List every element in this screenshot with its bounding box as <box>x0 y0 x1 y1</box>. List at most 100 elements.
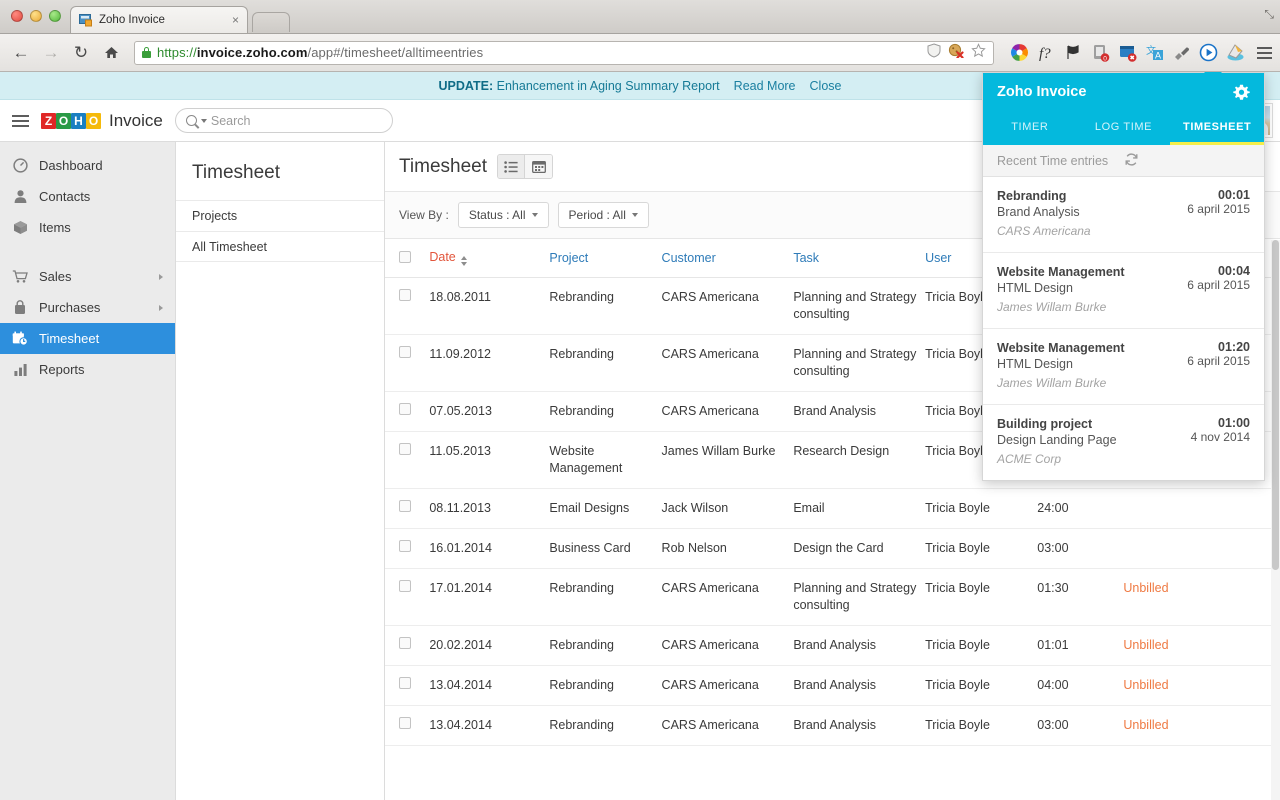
tab-close-icon[interactable]: × <box>232 13 239 27</box>
tab-log-time[interactable]: LOG TIME <box>1077 111 1171 145</box>
cell-date: 18.08.2011 <box>429 278 549 335</box>
table-row[interactable]: 13.04.2014RebrandingCARS AmericanaBrand … <box>385 706 1280 746</box>
cell-user: Tricia Boyle <box>925 529 1037 569</box>
subpanel-item-projects[interactable]: Projects <box>176 200 384 231</box>
cell-task: Brand Analysis <box>793 666 925 706</box>
reload-icon[interactable]: ↻ <box>68 40 94 66</box>
cell-date-text: 11.05.2013 <box>429 444 491 458</box>
row-checkbox[interactable] <box>399 346 411 358</box>
read-more-link[interactable]: Read More <box>734 79 796 93</box>
zoho-extension-icon[interactable] <box>1226 43 1245 62</box>
bookmark-star-icon[interactable] <box>971 43 986 63</box>
table-row[interactable]: 17.01.2014RebrandingCARS AmericanaPlanni… <box>385 569 1280 626</box>
list-view-icon[interactable] <box>498 155 525 178</box>
column-header-project[interactable]: Project <box>549 239 661 278</box>
browser-tab[interactable]: Zoho Invoice × <box>70 6 248 33</box>
calendar-view-icon[interactable] <box>525 155 552 178</box>
function-icon[interactable]: f? <box>1037 43 1056 62</box>
clipboard-badge-icon[interactable]: 0 <box>1091 43 1110 62</box>
scrollbar-thumb[interactable] <box>1272 240 1279 570</box>
sidebar-item-reports[interactable]: Reports <box>0 354 175 385</box>
select-all-checkbox[interactable] <box>399 251 411 263</box>
sidebar-item-items[interactable]: Items <box>0 212 175 243</box>
shield-icon[interactable] <box>927 43 941 63</box>
eyedropper-icon[interactable] <box>1172 43 1191 62</box>
row-checkbox[interactable] <box>399 403 411 415</box>
row-checkbox[interactable] <box>399 717 411 729</box>
cell-customer-text: CARS Americana <box>662 718 759 732</box>
row-checkbox-cell <box>385 626 429 666</box>
cell-time-text: 24:00 <box>1037 501 1068 515</box>
table-scrollbar[interactable] <box>1271 240 1280 800</box>
cell-task: Brand Analysis <box>793 626 925 666</box>
back-arrow-icon[interactable]: ← <box>8 40 34 66</box>
browser-window: Zoho Invoice × ⤡ ← → ↻ https://invoice.z… <box>0 0 1280 800</box>
tab-timer[interactable]: TIMER <box>983 111 1077 145</box>
popup-entry-task: Design Landing Page <box>997 432 1117 448</box>
window-resize-icon: ⤡ <box>1264 7 1274 22</box>
row-checkbox[interactable] <box>399 289 411 301</box>
close-window-button[interactable] <box>11 10 23 22</box>
new-tab-button[interactable] <box>252 12 290 32</box>
cell-task: Planning and Strategy consulting <box>793 335 925 392</box>
cell-time-text: 01:01 <box>1037 638 1068 652</box>
cookie-blocked-icon[interactable] <box>948 43 964 63</box>
cell-customer-text: CARS Americana <box>662 347 759 361</box>
sidebar-item-timesheet[interactable]: Timesheet <box>0 323 175 354</box>
tab-timesheet[interactable]: TIMESHEET <box>1170 111 1264 145</box>
play-circle-icon[interactable] <box>1199 43 1218 62</box>
window-close-badge-icon[interactable] <box>1118 43 1137 62</box>
subpanel-item-all-timesheet[interactable]: All Timesheet <box>176 231 384 262</box>
popup-entry[interactable]: RebrandingBrand Analysis00:016 april 201… <box>983 177 1264 253</box>
row-checkbox[interactable] <box>399 500 411 512</box>
gear-icon[interactable] <box>1233 84 1250 101</box>
maximize-window-button[interactable] <box>49 10 61 22</box>
translate-icon[interactable]: 文 A <box>1145 43 1164 62</box>
popup-entry[interactable]: Website ManagementHTML Design01:206 apri… <box>983 329 1264 405</box>
cell-time-text: 03:00 <box>1037 718 1068 732</box>
row-checkbox[interactable] <box>399 677 411 689</box>
row-checkbox[interactable] <box>399 540 411 552</box>
search-input[interactable]: Search <box>175 108 393 133</box>
cell-status-text: Unbilled <box>1123 581 1168 595</box>
sidebar-item-purchases[interactable]: Purchases <box>0 292 175 323</box>
table-row[interactable]: 13.04.2014RebrandingCARS AmericanaBrand … <box>385 666 1280 706</box>
status-filter-button[interactable]: Status : All <box>458 202 549 228</box>
chrome-menu-icon[interactable] <box>1257 47 1272 59</box>
menu-toggle-icon[interactable] <box>12 115 29 127</box>
cell-date: 11.09.2012 <box>429 335 549 392</box>
home-icon[interactable] <box>98 40 124 66</box>
column-header-task[interactable]: Task <box>793 239 925 278</box>
cell-customer-text: CARS Americana <box>662 404 759 418</box>
search-icon <box>186 115 197 126</box>
column-header-customer[interactable]: Customer <box>662 239 794 278</box>
column-header-date[interactable]: Date <box>429 239 549 278</box>
cursor-flag-icon[interactable] <box>1064 43 1083 62</box>
row-checkbox[interactable] <box>399 580 411 592</box>
table-row[interactable]: 16.01.2014Business CardRob NelsonDesign … <box>385 529 1280 569</box>
sidebar-item-sales[interactable]: Sales <box>0 261 175 292</box>
address-bar[interactable]: https://invoice.zoho.com/app#/timesheet/… <box>134 41 994 65</box>
table-row[interactable]: 08.11.2013Email DesignsJack WilsonEmailT… <box>385 489 1280 529</box>
sidebar-item-dashboard[interactable]: Dashboard <box>0 150 175 181</box>
row-checkbox[interactable] <box>399 443 411 455</box>
table-row[interactable]: 20.02.2014RebrandingCARS AmericanaBrand … <box>385 626 1280 666</box>
cell-status <box>1123 489 1280 529</box>
window-controls <box>11 10 61 22</box>
cell-status: Unbilled <box>1123 666 1280 706</box>
forward-arrow-icon[interactable]: → <box>38 40 64 66</box>
popup-entry[interactable]: Website ManagementHTML Design00:046 apri… <box>983 253 1264 329</box>
popup-entry[interactable]: Building projectDesign Landing Page01:00… <box>983 405 1264 480</box>
refresh-icon[interactable] <box>1124 152 1251 170</box>
sidebar-item-contacts[interactable]: Contacts <box>0 181 175 212</box>
row-checkbox[interactable] <box>399 637 411 649</box>
row-checkbox-cell <box>385 489 429 529</box>
popup-entry-duration: 00:04 <box>1187 264 1250 278</box>
minimize-window-button[interactable] <box>30 10 42 22</box>
cell-project-text: Business Card <box>549 541 630 555</box>
zoho-logo[interactable]: Z O H O Invoice <box>41 111 163 131</box>
chevron-down-icon[interactable] <box>201 119 207 123</box>
color-wheel-icon[interactable] <box>1010 43 1029 62</box>
period-filter-button[interactable]: Period : All <box>558 202 649 228</box>
close-banner-link[interactable]: Close <box>810 79 842 93</box>
